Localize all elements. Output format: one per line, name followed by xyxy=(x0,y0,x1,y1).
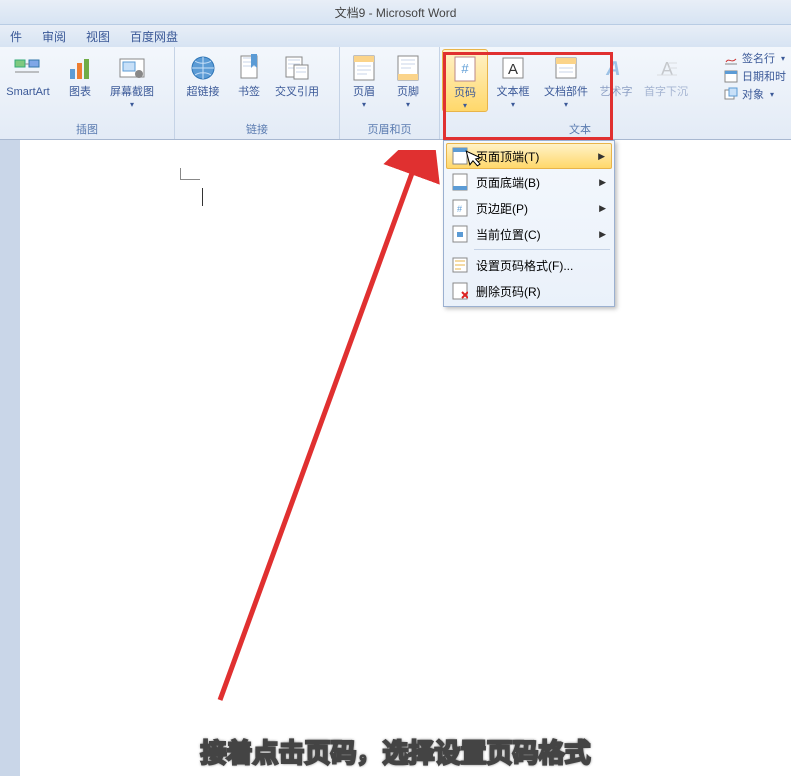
globe-icon xyxy=(187,52,219,84)
group-links: 链接 xyxy=(177,119,337,139)
chevron-down-icon: ▾ xyxy=(130,100,134,110)
dropcap-button[interactable]: A 首字下沉 xyxy=(638,49,694,99)
screenshot-button[interactable]: 屏幕截图▾ xyxy=(106,49,158,110)
chevron-down-icon: ▾ xyxy=(362,100,366,110)
chevron-down-icon: ▾ xyxy=(564,100,568,110)
object-icon xyxy=(724,87,738,101)
object-button[interactable]: 对象▾ xyxy=(724,86,786,102)
bookmark-button[interactable]: 书签 xyxy=(229,49,269,99)
page-corner-marker xyxy=(180,168,200,180)
tab-partial[interactable]: 件 xyxy=(0,25,32,48)
submenu-arrow-icon: ▶ xyxy=(598,151,605,162)
calendar-icon xyxy=(724,69,738,83)
group-text: 文本 xyxy=(442,119,718,139)
header-button[interactable]: 页眉▾ xyxy=(342,49,386,110)
crossref-icon xyxy=(281,52,313,84)
submenu-arrow-icon: ▶ xyxy=(599,203,606,214)
chevron-down-icon: ▾ xyxy=(511,100,515,110)
menu-separator xyxy=(474,249,610,250)
pagenumber-button[interactable]: # 页码▾ xyxy=(442,49,488,112)
textbox-button[interactable]: A 文本框▾ xyxy=(488,49,538,110)
text-cursor xyxy=(202,188,203,206)
submenu-arrow-icon: ▶ xyxy=(599,229,606,240)
footer-button[interactable]: 页脚▾ xyxy=(386,49,430,110)
signature-line-button[interactable]: 签名行▾ xyxy=(724,50,786,66)
wordart-icon: A xyxy=(600,52,632,84)
menu-page-top[interactable]: 页面顶端(T) ▶ xyxy=(446,143,612,169)
svg-text:#: # xyxy=(461,61,469,76)
annotation-caption: 接着点击页码，选择设置页码格式 xyxy=(0,733,791,770)
pagenumber-dropdown: 页面顶端(T) ▶ 页面底端(B) ▶ # 页边距(P) ▶ 当前位置(C) ▶… xyxy=(443,140,615,307)
chevron-down-icon: ▾ xyxy=(406,100,410,110)
chevron-down-icon: ▾ xyxy=(463,101,467,111)
menu-page-margins[interactable]: # 页边距(P) ▶ xyxy=(446,195,612,221)
signature-icon xyxy=(724,51,738,65)
menu-remove-pagenumber[interactable]: 删除页码(R) xyxy=(446,278,612,304)
menu-current-position[interactable]: 当前位置(C) ▶ xyxy=(446,221,612,247)
pagenumber-icon: # xyxy=(449,53,481,85)
group-illustrations: 插图 xyxy=(2,119,172,139)
header-icon xyxy=(348,52,380,84)
datetime-button[interactable]: 日期和时 xyxy=(724,68,786,84)
quickparts-icon xyxy=(550,52,582,84)
page-canvas[interactable] xyxy=(20,140,791,776)
remove-icon xyxy=(450,281,470,301)
tab-baidu[interactable]: 百度网盘 xyxy=(120,25,188,48)
tab-review[interactable]: 审阅 xyxy=(32,25,76,48)
chart-button[interactable]: 图表 xyxy=(54,49,106,99)
hyperlink-button[interactable]: 超链接 xyxy=(177,49,229,99)
smartart-button[interactable]: SmartArt xyxy=(2,49,54,99)
side-commands: 签名行▾ 日期和时 对象▾ xyxy=(720,47,790,139)
svg-text:A: A xyxy=(604,58,623,80)
page-top-icon xyxy=(450,146,470,166)
crossref-button[interactable]: 交叉引用 xyxy=(269,49,325,99)
page-margins-icon: # xyxy=(450,198,470,218)
bookmark-icon xyxy=(233,52,265,84)
submenu-arrow-icon: ▶ xyxy=(599,177,606,188)
screenshot-icon xyxy=(116,52,148,84)
document-area xyxy=(0,140,791,776)
menu-tabs: 件 审阅 视图 百度网盘 xyxy=(0,25,791,47)
tab-view[interactable]: 视图 xyxy=(76,25,120,48)
smartart-icon xyxy=(12,52,44,84)
textbox-icon: A xyxy=(497,52,529,84)
footer-icon xyxy=(392,52,424,84)
ribbon: SmartArt 图表 屏幕截图▾ 插图 超链接 书签 xyxy=(0,47,791,140)
svg-text:#: # xyxy=(457,204,462,214)
svg-text:A: A xyxy=(661,59,673,79)
chart-icon xyxy=(64,52,96,84)
menu-format-pagenumber[interactable]: 设置页码格式(F)... xyxy=(446,252,612,278)
window-title: 文档9 - Microsoft Word xyxy=(335,4,457,21)
dropcap-icon: A xyxy=(650,52,682,84)
format-icon xyxy=(450,255,470,275)
ruler-left xyxy=(0,140,20,776)
wordart-button[interactable]: A 艺术字 xyxy=(594,49,638,99)
current-pos-icon xyxy=(450,224,470,244)
group-headerfooter: 页眉和页 xyxy=(342,119,437,139)
quickparts-button[interactable]: 文档部件▾ xyxy=(538,49,594,110)
menu-page-bottom[interactable]: 页面底端(B) ▶ xyxy=(446,169,612,195)
svg-text:A: A xyxy=(508,61,518,78)
page-bottom-icon xyxy=(450,172,470,192)
title-bar: 文档9 - Microsoft Word xyxy=(0,0,791,25)
